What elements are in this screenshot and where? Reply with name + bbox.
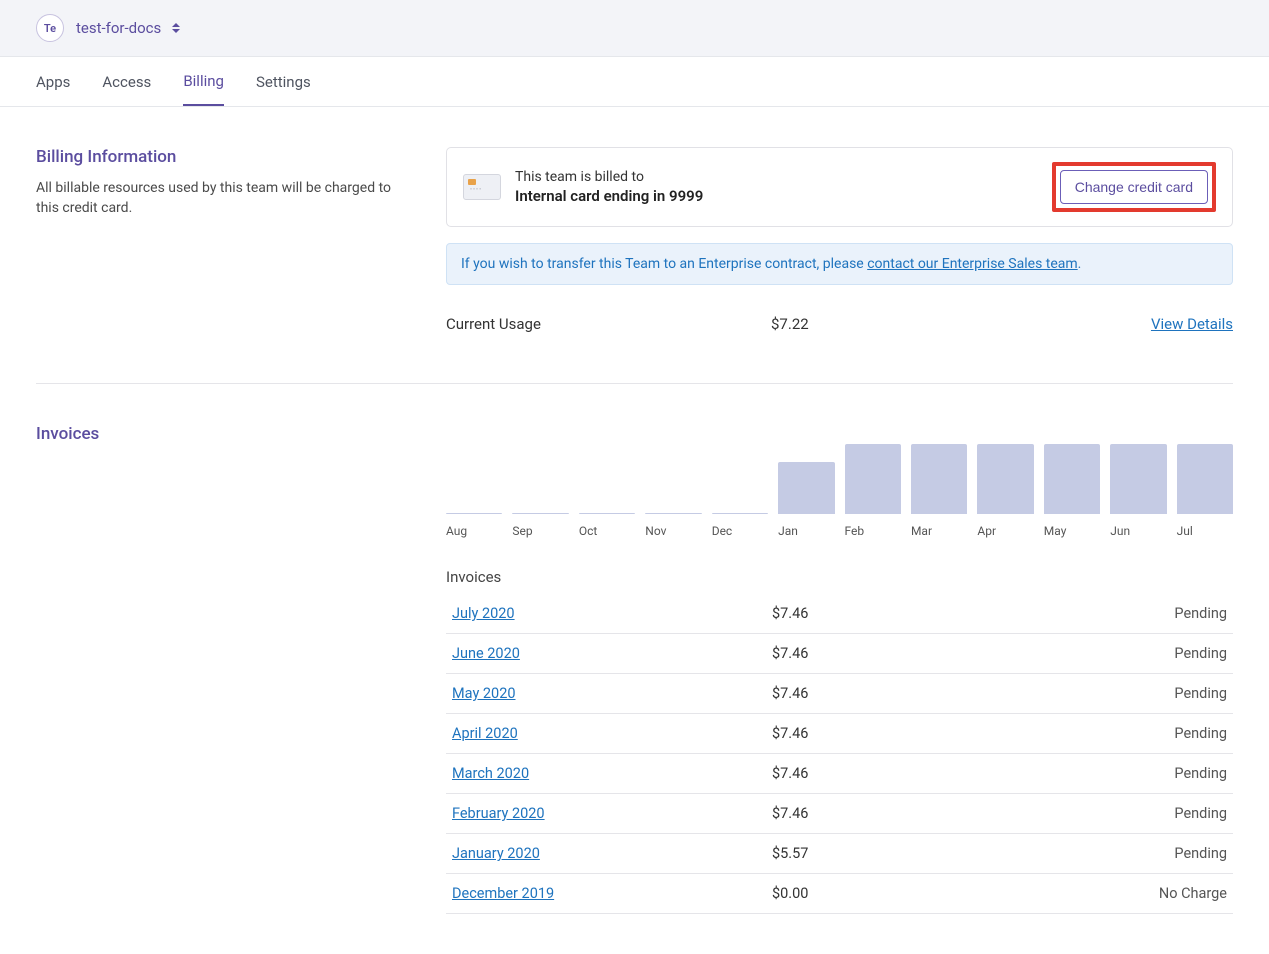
invoice-link[interactable]: June 2020 [452,645,772,662]
chart-month-label: Jul [1177,524,1233,538]
team-selector[interactable]: test-for-docs [76,19,161,37]
table-row: April 2020$7.46Pending [446,714,1233,754]
table-row: May 2020$7.46Pending [446,674,1233,714]
invoice-status: Pending [1174,685,1227,702]
credit-card-box: This team is billed to Internal card end… [446,147,1233,227]
chart-month-label: Aug [446,524,502,538]
invoice-amount: $7.46 [772,765,1174,782]
enterprise-sales-link[interactable]: contact our Enterprise Sales team [867,256,1077,272]
chart-month-label: May [1044,524,1100,538]
invoices-subheading: Invoices [446,568,1233,586]
chart-bar [845,444,901,514]
current-usage-amount: $7.22 [771,315,1151,333]
chart-month-label: Jun [1110,524,1166,538]
highlight-annotation: Change credit card [1052,162,1216,212]
table-row: February 2020$7.46Pending [446,794,1233,834]
change-credit-card-button[interactable]: Change credit card [1060,170,1208,204]
chart-bar [579,513,635,514]
tab-access[interactable]: Access [102,59,151,105]
credit-card-icon [463,174,501,200]
invoices-title: Invoices [36,424,406,444]
tab-billing[interactable]: Billing [183,58,224,106]
chart-bar [645,513,701,514]
invoice-link[interactable]: May 2020 [452,685,772,702]
chart-month-label: Feb [845,524,901,538]
invoice-link[interactable]: January 2020 [452,845,772,862]
table-row: March 2020$7.46Pending [446,754,1233,794]
table-row: January 2020$5.57Pending [446,834,1233,874]
chart-bar [512,513,568,514]
chart-month-label: Jan [778,524,834,538]
invoice-status: Pending [1174,725,1227,742]
invoice-status: Pending [1174,765,1227,782]
chart-bar [911,444,967,514]
card-ending-label: Internal card ending in 9999 [515,187,1038,205]
invoice-status: Pending [1174,805,1227,822]
chart-bar [712,513,768,514]
view-details-link[interactable]: View Details [1151,315,1233,333]
team-badge[interactable]: Te [36,14,64,42]
invoice-link[interactable]: March 2020 [452,765,772,782]
chart-month-label: Oct [579,524,635,538]
chart-month-label: Nov [645,524,701,538]
invoice-link[interactable]: December 2019 [452,885,772,902]
tab-settings[interactable]: Settings [256,59,311,105]
chart-month-label: Dec [712,524,768,538]
table-row: July 2020$7.46Pending [446,594,1233,634]
invoice-amount: $0.00 [772,885,1159,902]
enterprise-banner: If you wish to transfer this Team to an … [446,243,1233,285]
topbar: Te test-for-docs [0,0,1269,57]
banner-prefix: If you wish to transfer this Team to an … [461,256,867,272]
invoice-table: July 2020$7.46PendingJune 2020$7.46Pendi… [446,594,1233,914]
chart-bar [446,513,502,514]
table-row: December 2019$0.00No Charge [446,874,1233,914]
chart-bar [977,444,1033,514]
invoice-amount: $7.46 [772,685,1174,702]
chevron-updown-icon[interactable] [169,21,183,35]
chart-bar [1110,444,1166,514]
invoice-amount: $5.57 [772,845,1174,862]
nav-tabs: Apps Access Billing Settings [0,57,1269,107]
chart-bar [1177,444,1233,514]
invoice-link[interactable]: February 2020 [452,805,772,822]
invoice-status: No Charge [1159,885,1227,902]
invoice-status: Pending [1174,645,1227,662]
invoice-link[interactable]: July 2020 [452,605,772,622]
section-divider [36,383,1233,384]
chart-bar [1044,444,1100,514]
chart-month-label: Mar [911,524,967,538]
billing-info-description: All billable resources used by this team… [36,179,406,218]
billing-info-title: Billing Information [36,147,406,167]
invoices-bar-chart [446,424,1233,514]
chart-month-label: Sep [512,524,568,538]
invoice-amount: $7.46 [772,805,1174,822]
invoice-amount: $7.46 [772,605,1174,622]
invoice-amount: $7.46 [772,725,1174,742]
tab-apps[interactable]: Apps [36,59,70,105]
invoice-status: Pending [1174,605,1227,622]
table-row: June 2020$7.46Pending [446,634,1233,674]
banner-suffix: . [1078,256,1082,272]
invoice-link[interactable]: April 2020 [452,725,772,742]
current-usage-label: Current Usage [446,315,771,333]
card-billed-to-label: This team is billed to [515,169,1038,185]
invoice-status: Pending [1174,845,1227,862]
invoice-amount: $7.46 [772,645,1174,662]
chart-month-label: Apr [977,524,1033,538]
chart-bar [778,462,834,514]
